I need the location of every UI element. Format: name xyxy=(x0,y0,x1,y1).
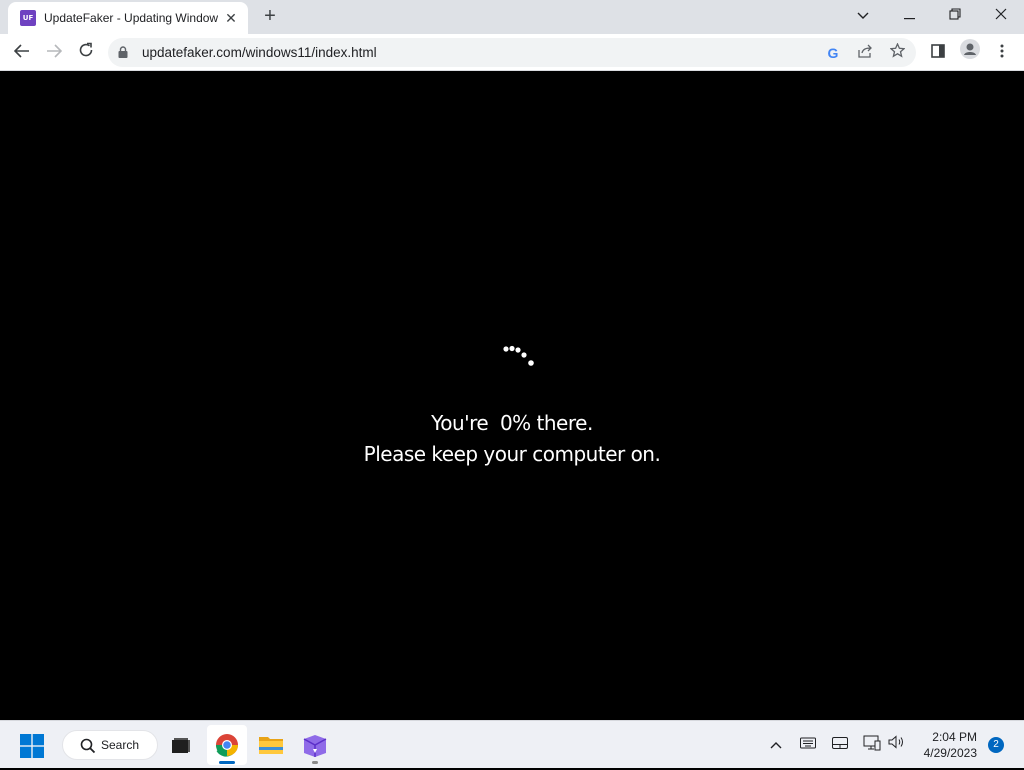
running-indicator xyxy=(312,761,318,764)
search-label: Search xyxy=(101,738,140,752)
updatefaker-favicon-icon: UF xyxy=(20,10,36,26)
page-viewport: You're 0% there. Please keep your comput… xyxy=(0,71,1024,720)
taskbar-clock[interactable]: 2:04 PM 4/29/2023 xyxy=(897,729,977,761)
lock-icon[interactable] xyxy=(118,46,128,58)
tab-list-icon[interactable] xyxy=(840,0,886,30)
minimize-icon[interactable] xyxy=(886,0,932,30)
close-icon[interactable] xyxy=(978,0,1024,30)
restore-icon[interactable] xyxy=(932,0,978,30)
search-icon xyxy=(80,738,96,754)
reload-icon[interactable] xyxy=(72,39,100,67)
running-indicator xyxy=(219,761,235,764)
forward-icon[interactable] xyxy=(40,39,68,67)
bookmark-star-icon[interactable] xyxy=(886,42,908,64)
google-icon[interactable]: G xyxy=(822,42,844,64)
touchpad-icon[interactable] xyxy=(830,735,850,755)
network-icon[interactable] xyxy=(862,735,882,755)
share-icon[interactable] xyxy=(854,42,876,64)
browser-tab[interactable]: UF UpdateFaker - Updating Windows 11 ✕ xyxy=(8,2,248,34)
tab-title: UpdateFaker - Updating Windows 11 xyxy=(44,11,218,25)
notification-badge[interactable]: 2 xyxy=(988,737,1004,753)
browser-tab-strip: UF UpdateFaker - Updating Windows 11 ✕ + xyxy=(0,0,1024,34)
keyboard-icon[interactable] xyxy=(798,735,818,755)
clock-date: 4/29/2023 xyxy=(923,746,977,760)
tab-close-icon[interactable]: ✕ xyxy=(222,9,240,27)
visual-studio-installer-icon[interactable] xyxy=(295,725,335,765)
task-view-icon[interactable] xyxy=(160,725,200,765)
keep-on-message: Please keep your computer on. xyxy=(363,442,661,466)
progress-message: You're 0% there. xyxy=(431,411,593,435)
url-text[interactable]: updatefaker.com/windows11/index.html xyxy=(142,45,377,60)
menu-icon[interactable] xyxy=(988,39,1016,67)
address-bar[interactable]: updatefaker.com/windows11/index.html G xyxy=(108,38,916,67)
browser-toolbar: updatefaker.com/windows11/index.html G xyxy=(0,34,1024,71)
chrome-icon[interactable] xyxy=(207,725,247,765)
file-explorer-icon[interactable] xyxy=(251,725,291,765)
chevron-up-icon[interactable] xyxy=(766,735,786,755)
windows-taskbar: Search 2:04 PM 4/29/2023 2 xyxy=(0,720,1024,768)
profile-icon[interactable] xyxy=(956,39,984,67)
loading-spinner-icon xyxy=(503,345,534,366)
taskbar-search-box[interactable]: Search xyxy=(62,730,158,760)
windows-start-icon[interactable] xyxy=(20,734,44,758)
new-tab-icon[interactable]: + xyxy=(258,5,282,29)
clock-time: 2:04 PM xyxy=(932,730,977,744)
side-panel-icon[interactable] xyxy=(924,39,952,67)
back-icon[interactable] xyxy=(8,39,36,67)
